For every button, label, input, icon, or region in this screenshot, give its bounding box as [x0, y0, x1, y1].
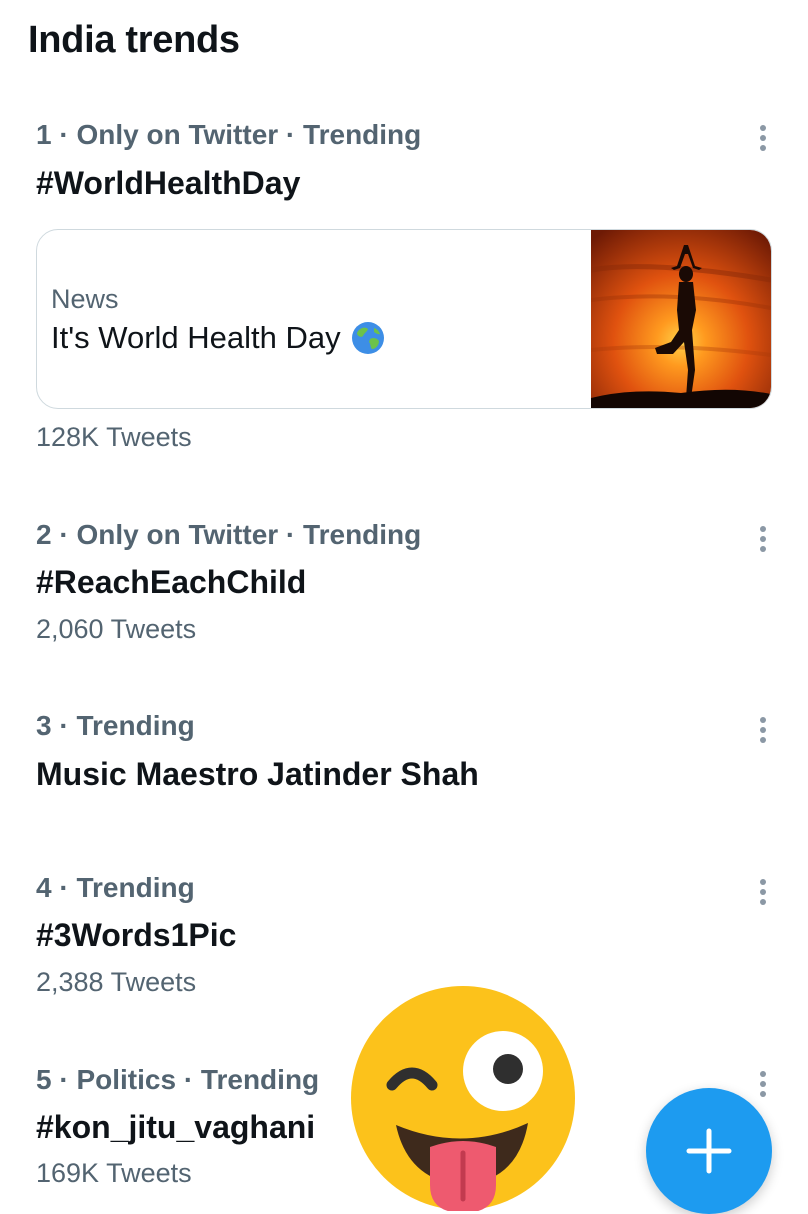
trend-item-3[interactable]: 3 · Trending Music Maestro Jatinder Shah [0, 690, 808, 840]
trend-meta: 3 · Trending [36, 710, 195, 741]
trend-name[interactable]: Music Maestro Jatinder Shah [36, 754, 479, 794]
trend-name[interactable]: #3Words1Pic [36, 915, 236, 955]
news-title: It's World Health Day [51, 318, 385, 358]
trend-name[interactable]: #kon_jitu_vaghani [36, 1107, 315, 1147]
trend-count: 2,060 Tweets [36, 614, 197, 644]
more-options-icon[interactable] [748, 872, 778, 912]
compose-button[interactable] [646, 1088, 772, 1214]
trend-item-1[interactable]: 1 · Only on Twitter · Trending #WorldHea… [0, 0, 808, 460]
news-thumbnail [591, 230, 771, 408]
trend-count: 128K Tweets [36, 422, 192, 452]
trend-meta: 1 · Only on Twitter · Trending [36, 119, 422, 150]
trend-meta: 2 · Only on Twitter · Trending [36, 519, 422, 550]
trend-meta: 4 · Trending [36, 872, 195, 903]
more-options-icon[interactable] [748, 1064, 778, 1104]
more-options-icon[interactable] [748, 519, 778, 559]
more-options-icon[interactable] [748, 710, 778, 750]
globe-icon [351, 322, 384, 354]
winking-tongue-emoji-sticker [351, 986, 575, 1211]
trend-item-2[interactable]: 2 · Only on Twitter · Trending #ReachEac… [0, 500, 808, 670]
trend-name[interactable]: #WorldHealthDay [36, 163, 300, 203]
trend-count: 2,388 Tweets [36, 967, 197, 997]
trend-name[interactable]: #ReachEachChild [36, 562, 306, 602]
plus-icon [686, 1128, 732, 1174]
news-card[interactable]: News It's World Health Day [36, 229, 772, 409]
news-title-text: It's World Health Day [51, 320, 341, 355]
trend-meta: 5 · Politics · Trending [36, 1064, 320, 1095]
trend-count: 169K Tweets [36, 1158, 192, 1188]
news-label: News [51, 284, 119, 314]
more-options-icon[interactable] [748, 118, 778, 158]
